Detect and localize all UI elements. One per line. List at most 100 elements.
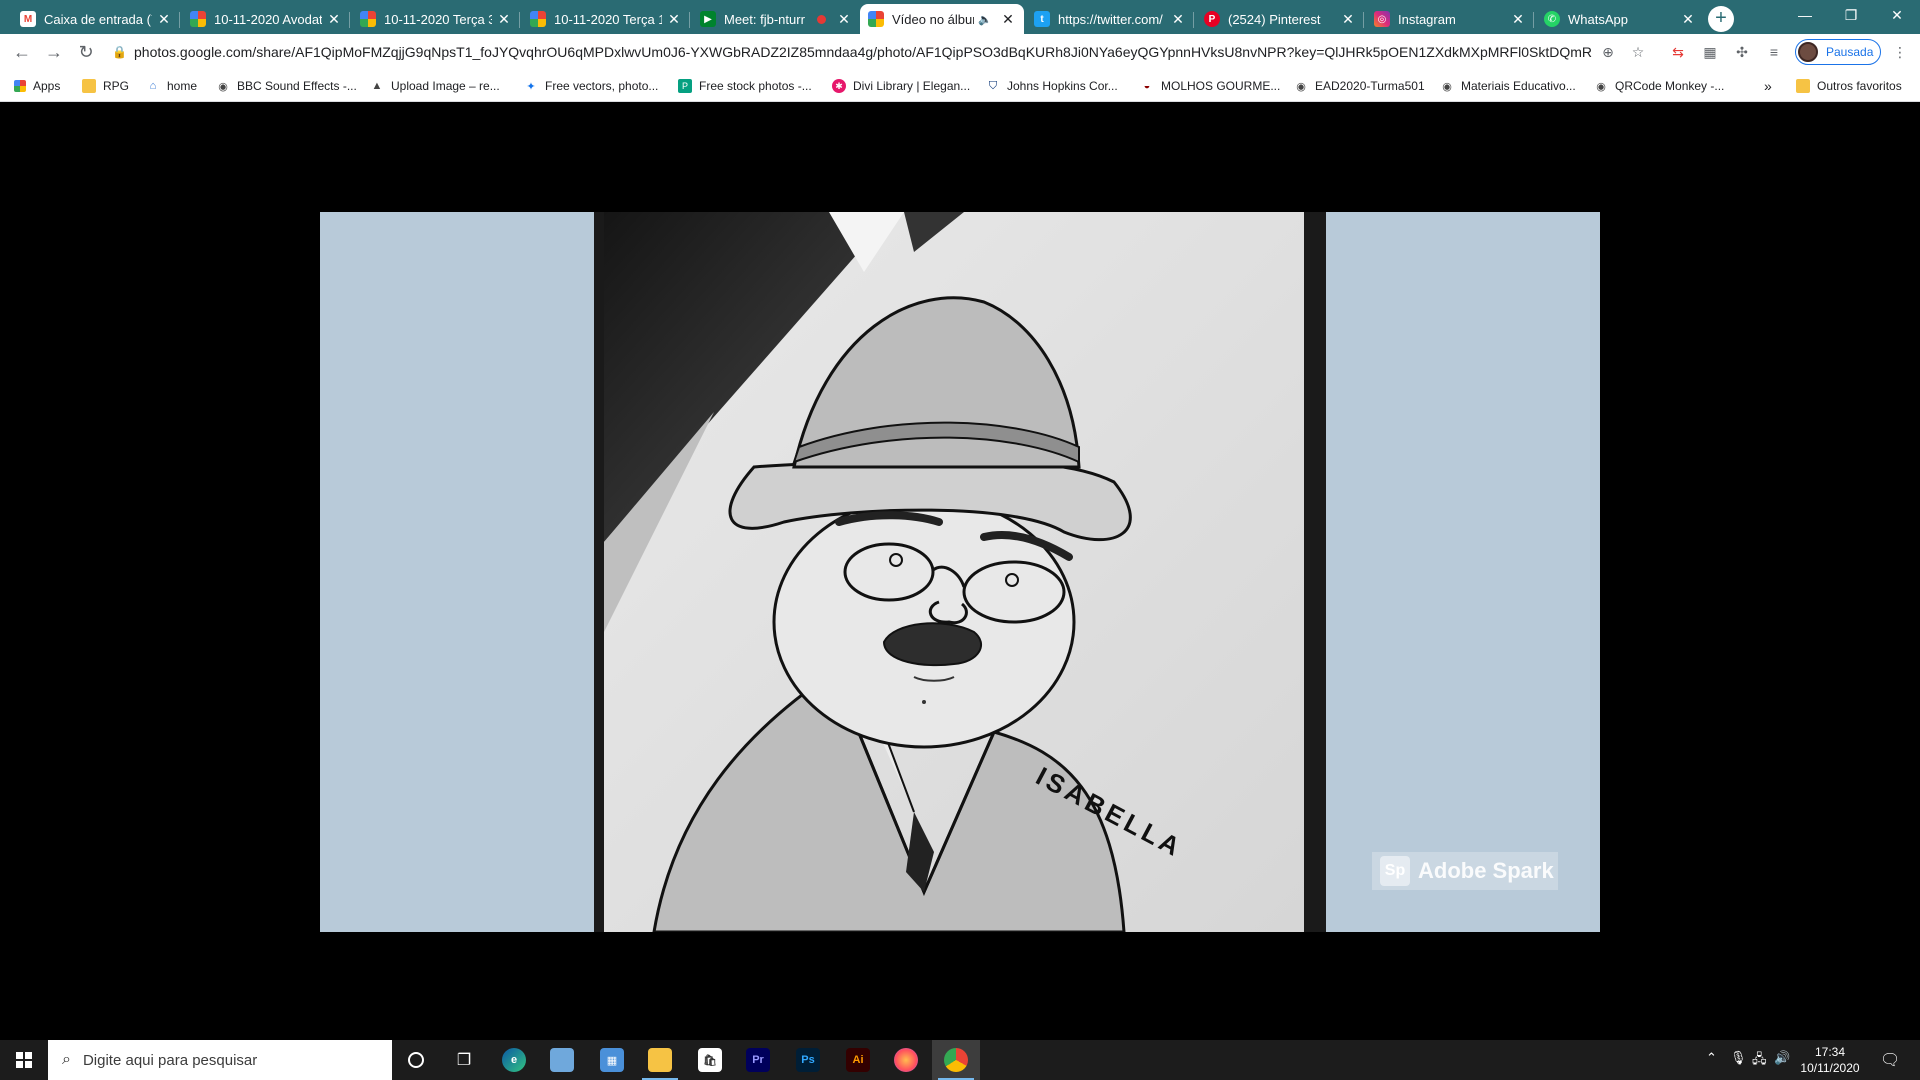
extension-screencast-icon[interactable]: ⇆: [1668, 42, 1688, 62]
extension-grid-icon[interactable]: ▦: [1700, 42, 1720, 62]
bookmark-rpg[interactable]: RPG: [82, 78, 129, 94]
tab-pinterest[interactable]: P (2524) Pinterest ✕: [1196, 4, 1364, 34]
taskbar-search[interactable]: ⌕ Digite aqui para pesquisar: [48, 1040, 392, 1080]
tab-instagram[interactable]: ◎ Instagram ✕: [1366, 4, 1534, 34]
tab-title: https://twitter.com/: [1058, 11, 1163, 27]
bookmark-qrcode[interactable]: ◉ QRCode Monkey -...: [1594, 78, 1724, 94]
bookmark-label: Divi Library | Elegan...: [853, 79, 971, 93]
taskbar-store[interactable]: 🛍: [686, 1040, 734, 1080]
close-icon[interactable]: ✕: [1170, 11, 1186, 28]
bookmark-label: RPG: [103, 79, 130, 93]
clock-time: 17:34: [1814, 1045, 1846, 1059]
close-icon[interactable]: ✕: [1340, 11, 1356, 28]
close-icon[interactable]: ✕: [666, 11, 682, 28]
close-icon[interactable]: ✕: [836, 11, 852, 28]
bookmark-bbc-sound[interactable]: ◉ BBC Sound Effects -...: [216, 78, 357, 94]
start-button[interactable]: [0, 1040, 48, 1080]
microphone-icon[interactable]: 🎙: [1730, 1050, 1747, 1066]
google-photos-icon: [868, 11, 884, 27]
taskbar-firefox[interactable]: [882, 1040, 930, 1080]
restore-button[interactable]: ❐: [1828, 0, 1874, 30]
close-window-button[interactable]: ✕: [1874, 0, 1920, 30]
bookmark-molhos[interactable]: ◒ MOLHOS GOURME...: [1140, 78, 1281, 94]
back-button[interactable]: ←: [10, 40, 34, 64]
close-icon[interactable]: ✕: [1000, 11, 1016, 28]
tab-twitter[interactable]: t https://twitter.com/ ✕: [1026, 4, 1194, 34]
cortana-button[interactable]: [392, 1040, 440, 1080]
bookmark-label: home: [167, 79, 198, 93]
tab-photos-1[interactable]: 10-11-2020 Avodat ✕: [182, 4, 350, 34]
folder-icon: [82, 79, 96, 93]
close-icon[interactable]: ✕: [326, 11, 342, 28]
globe-icon: ◉: [1442, 80, 1452, 93]
notifications-icon[interactable]: 🗨: [1880, 1050, 1900, 1070]
close-icon[interactable]: ✕: [1510, 11, 1526, 28]
taskbar-chrome[interactable]: [932, 1040, 980, 1080]
taskbar-calculator[interactable]: ▦: [588, 1040, 636, 1080]
video-player[interactable]: ISABELLA Sp Adobe Spark: [320, 212, 1600, 932]
bookmark-free-vectors[interactable]: ✦ Free vectors, photo...: [524, 78, 658, 94]
windows-taskbar: ⌕ Digite aqui para pesquisar ❐ e ▦ 🛍 Pr …: [0, 1040, 1920, 1080]
photo-viewer: ISABELLA Sp Adobe Spark: [0, 102, 1920, 1040]
tab-meet[interactable]: ▶ Meet: fjb-nturr ✕: [692, 4, 860, 34]
reload-button[interactable]: ↻: [74, 40, 98, 64]
taskbar-illustrator[interactable]: Ai: [834, 1040, 882, 1080]
taskbar-photoshop[interactable]: Ps: [784, 1040, 832, 1080]
bookmark-label: EAD2020-Turma501: [1315, 79, 1425, 93]
extensions-puzzle-icon[interactable]: ✣: [1732, 42, 1752, 62]
forward-button[interactable]: →: [42, 40, 66, 64]
shield-icon: ⛉: [988, 79, 998, 92]
bookmark-apps[interactable]: Apps: [14, 78, 60, 94]
media-controls-icon[interactable]: ≡: [1764, 42, 1784, 62]
taskbar-edge[interactable]: e: [490, 1040, 538, 1080]
tab-title: 10-11-2020 Avodat: [214, 11, 322, 27]
profile-status: Pausada: [1826, 45, 1874, 59]
menu-kebab-icon[interactable]: ⋮: [1890, 42, 1910, 62]
windows-logo-icon: [16, 1052, 32, 1068]
tab-whatsapp[interactable]: ✆ WhatsApp ✕: [1536, 4, 1704, 34]
bookmark-johns-hopkins[interactable]: ⛉ Johns Hopkins Cor...: [986, 78, 1118, 94]
google-photos-icon: [190, 11, 206, 27]
close-icon[interactable]: ✕: [156, 11, 172, 28]
bookmark-materiais[interactable]: ◉ Materiais Educativo...: [1440, 78, 1576, 94]
taskbar-premiere[interactable]: Pr: [734, 1040, 782, 1080]
graduation-cap-icon: ▲: [371, 80, 383, 92]
lock-icon[interactable]: 🔒: [112, 45, 128, 59]
tab-photos-3[interactable]: 10-11-2020 Terça 1 ✕: [522, 4, 690, 34]
tab-gmail[interactable]: M Caixa de entrada (7 ✕: [12, 4, 180, 34]
system-clock[interactable]: 17:34 10/11/2020: [1790, 1044, 1870, 1076]
watermark-text: Adobe Spark: [1418, 858, 1554, 883]
speaker-icon[interactable]: 🔈: [978, 13, 992, 26]
volume-icon[interactable]: 🔊: [1774, 1050, 1790, 1066]
show-hidden-icons[interactable]: ⌃: [1706, 1050, 1717, 1066]
taskbar-notepad[interactable]: [538, 1040, 586, 1080]
taskbar-file-explorer[interactable]: [636, 1040, 684, 1080]
close-icon[interactable]: ✕: [1680, 11, 1696, 28]
more-bookmarks-button[interactable]: »: [1764, 78, 1772, 94]
profile-button[interactable]: Pausada: [1795, 39, 1881, 65]
address-bar[interactable]: 🔒 photos.google.com/share/AF1QipMoFMZqjj…: [112, 38, 1592, 66]
bookmark-divi[interactable]: ✱ Divi Library | Elegan...: [832, 78, 970, 94]
calculator-icon: ▦: [600, 1048, 624, 1072]
edge-icon: e: [502, 1048, 526, 1072]
bookmark-upload-image[interactable]: ▲ Upload Image – re...: [370, 78, 500, 94]
minimize-button[interactable]: —: [1782, 0, 1828, 30]
tab-photos-2[interactable]: 10-11-2020 Terça 3 ✕: [352, 4, 520, 34]
bookmark-label: MOLHOS GOURME...: [1161, 79, 1281, 93]
task-view-button[interactable]: ❐: [440, 1040, 488, 1080]
new-tab-button[interactable]: +: [1708, 6, 1734, 32]
other-bookmarks-folder[interactable]: Outros favoritos: [1796, 78, 1902, 94]
bookmark-label: Materiais Educativo...: [1461, 79, 1576, 93]
tab-video-album[interactable]: Vídeo no álbum 🔈 ✕: [860, 4, 1024, 34]
install-app-icon[interactable]: ⊕: [1598, 42, 1618, 62]
bookmark-ead2020[interactable]: ◉ EAD2020-Turma501: [1294, 78, 1425, 94]
bowl-icon: ◒: [1143, 80, 1151, 92]
bookmark-free-stock[interactable]: P Free stock photos -...: [678, 78, 812, 94]
network-icon[interactable]: 🖧: [1752, 1050, 1767, 1072]
close-icon[interactable]: ✕: [496, 11, 512, 28]
instagram-icon: ◎: [1374, 11, 1390, 27]
bookmark-home[interactable]: ⌂ home: [146, 78, 197, 94]
bookmark-label: Upload Image – re...: [391, 79, 500, 93]
folder-icon: [1796, 79, 1810, 93]
bookmark-star-icon[interactable]: ☆: [1628, 42, 1648, 62]
